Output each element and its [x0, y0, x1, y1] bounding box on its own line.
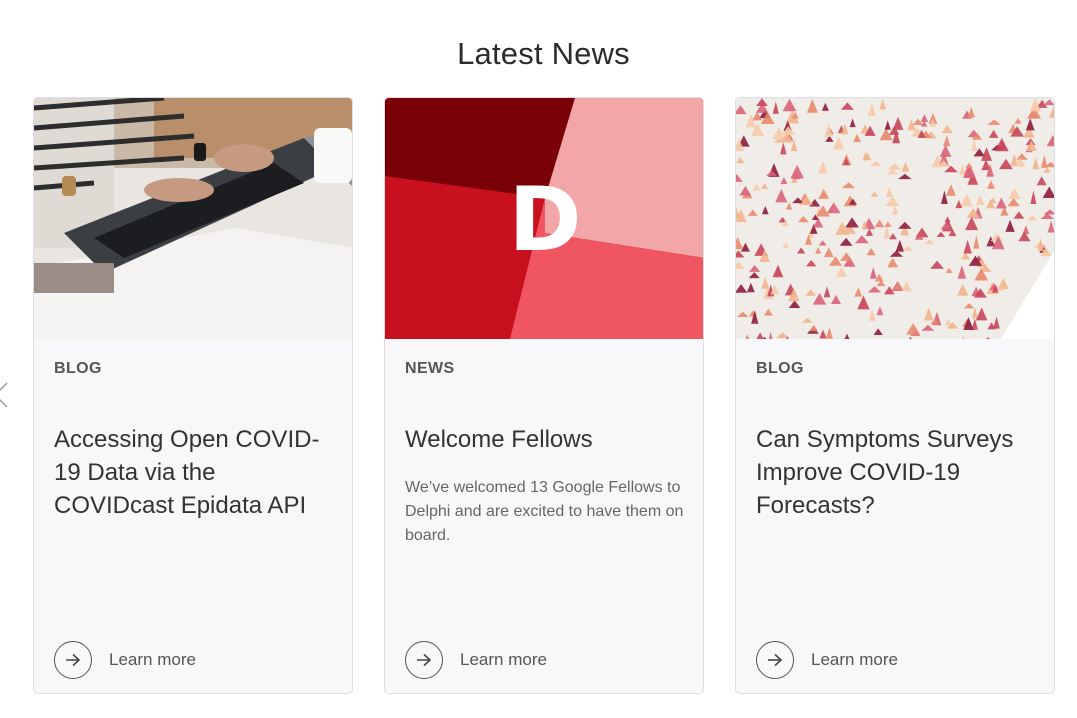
- card-title[interactable]: Accessing Open COVID-19 Data via the COV…: [54, 423, 334, 522]
- card-category: NEWS: [405, 360, 455, 377]
- card-title[interactable]: Welcome Fellows: [405, 423, 685, 456]
- card-category: BLOG: [756, 360, 804, 377]
- card-title[interactable]: Can Symptoms Surveys Improve COVID-19 Fo…: [756, 423, 1036, 522]
- delphi-logo-image: D: [385, 98, 703, 339]
- logo-letter: D: [508, 168, 581, 271]
- section-title: Latest News: [457, 36, 630, 71]
- learn-more-link[interactable]: Learn more: [405, 640, 547, 680]
- arrow-right-icon[interactable]: [405, 641, 443, 679]
- news-card-2[interactable]: D NEWS Welcome Fellows We’ve welcomed 13…: [384, 97, 704, 694]
- learn-more-label[interactable]: Learn more: [109, 650, 196, 670]
- arrow-right-icon[interactable]: [756, 641, 794, 679]
- laptop-photo: [34, 98, 352, 339]
- card-description: We’ve welcomed 13 Google Fellows to Delp…: [405, 479, 684, 544]
- learn-more-link[interactable]: Learn more: [756, 640, 898, 680]
- symptom-map-image: [736, 98, 1054, 339]
- news-card-1[interactable]: BLOG Accessing Open COVID-19 Data via th…: [33, 97, 353, 694]
- learn-more-label[interactable]: Learn more: [811, 650, 898, 670]
- news-card-3[interactable]: BLOG Can Symptoms Surveys Improve COVID-…: [735, 97, 1055, 694]
- learn-more-link[interactable]: Learn more: [54, 640, 196, 680]
- card-category: BLOG: [54, 360, 102, 377]
- learn-more-label[interactable]: Learn more: [460, 650, 547, 670]
- arrow-right-icon[interactable]: [54, 641, 92, 679]
- chevron-left-icon[interactable]: [0, 380, 10, 410]
